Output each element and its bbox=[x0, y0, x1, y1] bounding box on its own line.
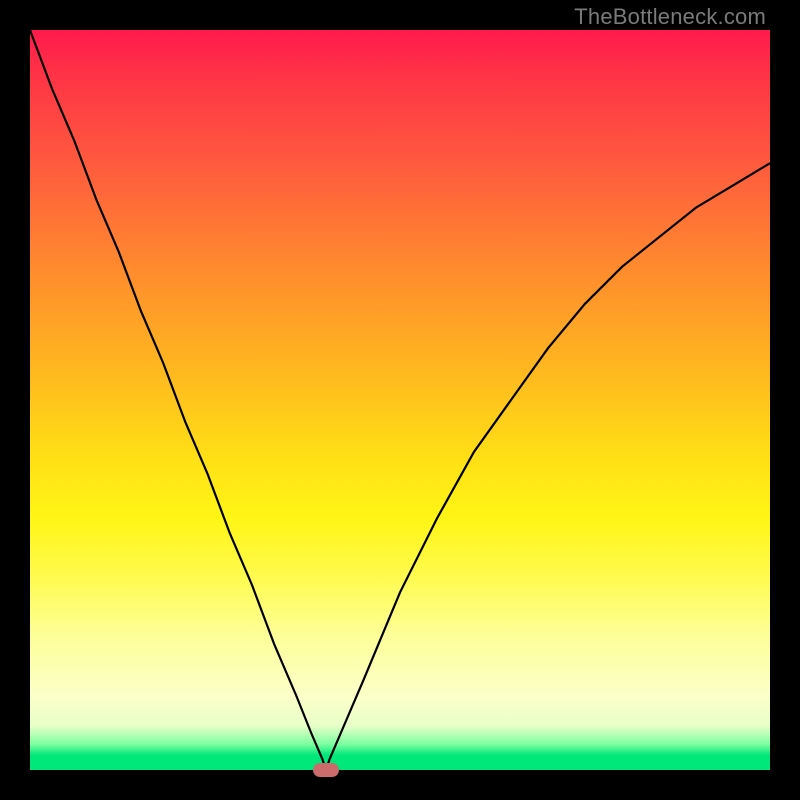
optimum-marker bbox=[313, 763, 339, 777]
bottleneck-curve bbox=[30, 30, 770, 770]
curve-line bbox=[30, 30, 770, 770]
plot-area bbox=[30, 30, 770, 770]
watermark-text: TheBottleneck.com bbox=[574, 4, 766, 30]
chart-frame: TheBottleneck.com bbox=[0, 0, 800, 800]
